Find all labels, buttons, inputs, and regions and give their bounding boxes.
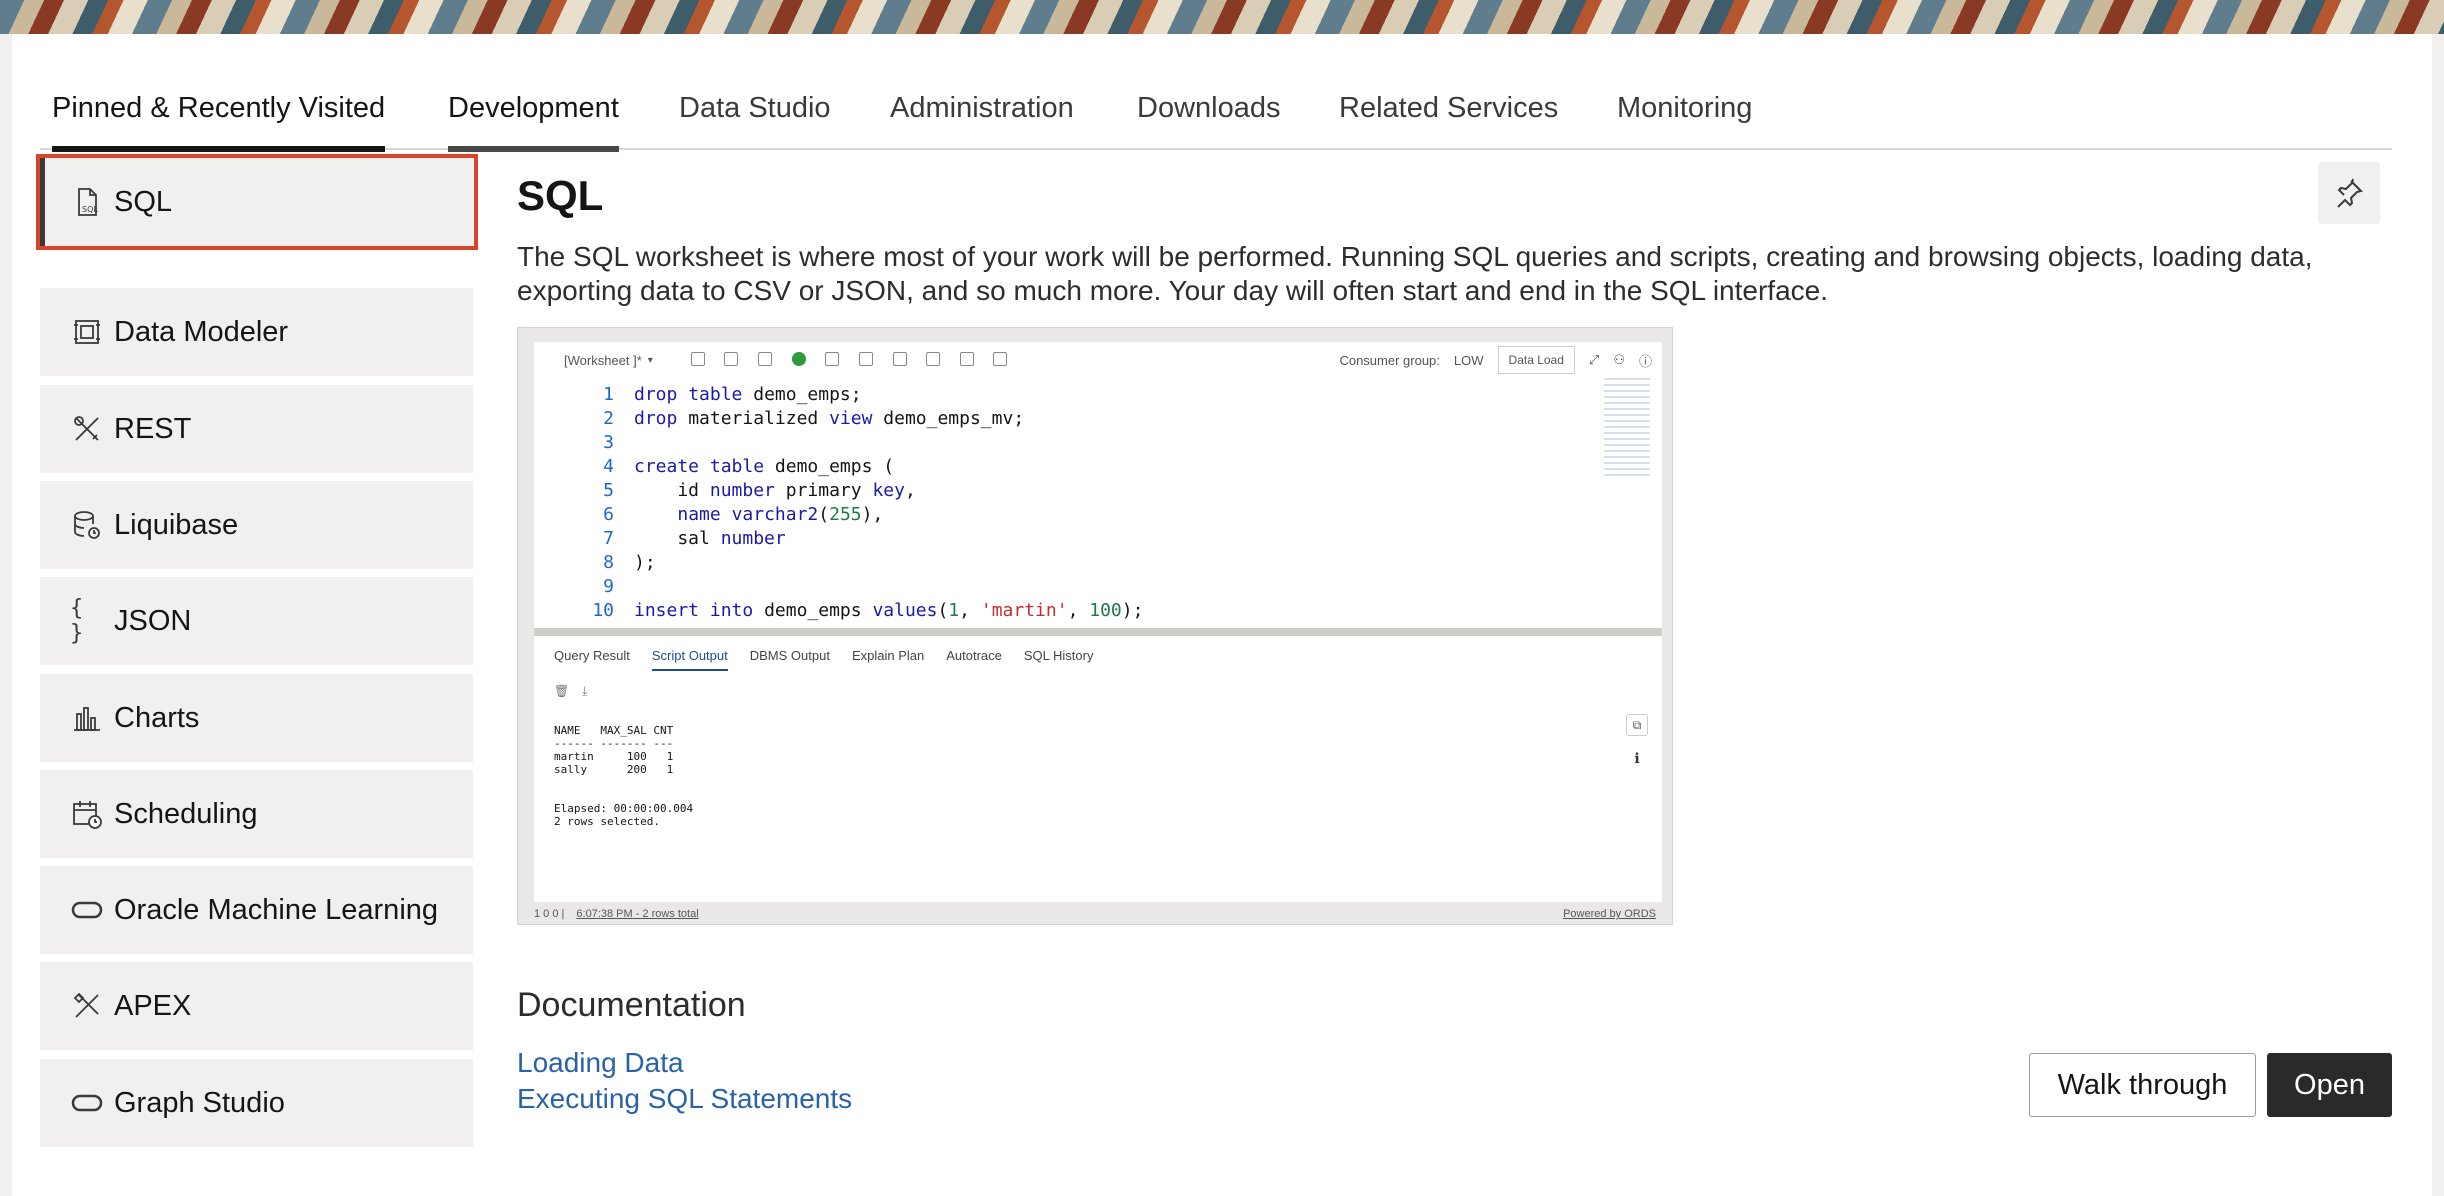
- sidebar-item-liquibase[interactable]: Liquibase: [40, 481, 473, 569]
- trash-icon: [993, 351, 1008, 366]
- graph-pill-icon: [70, 1086, 104, 1120]
- decorative-banner: [0, 0, 2444, 34]
- autotrace-icon: [892, 351, 907, 366]
- bar-chart-icon: [70, 701, 104, 735]
- sidebar-item-oracle-ml[interactable]: Oracle Machine Learning: [40, 866, 473, 954]
- tab-related-services[interactable]: Related Services: [1339, 92, 1558, 150]
- expand-icon: ⤢: [1588, 352, 1600, 367]
- sidebar-item-label: APEX: [114, 989, 192, 1022]
- result-tabs: Query Result Script Output DBMS Output E…: [554, 648, 1093, 671]
- preview-status-bar: 1 0 0 | 6:07:38 PM - 2 rows total Powere…: [518, 902, 1672, 924]
- preview-toolbar: [Worksheet ]* ▾ Consumer group: LOW Data…: [534, 342, 1662, 378]
- sidebar-item-graph-studio[interactable]: Graph Studio: [40, 1059, 473, 1147]
- tab-data-studio[interactable]: Data Studio: [679, 92, 831, 150]
- sidebar-item-scheduling[interactable]: Scheduling: [40, 770, 473, 858]
- tool-description: The SQL worksheet is where most of your …: [517, 241, 2313, 306]
- binoculars-icon: ⚇: [1613, 352, 1625, 367]
- sidebar-item-data-modeler[interactable]: Data Modeler: [40, 288, 473, 376]
- result-tab: DBMS Output: [749, 648, 830, 663]
- trash-icon: 🗑: [554, 684, 570, 698]
- tab-administration[interactable]: Administration: [890, 92, 1074, 150]
- pane-splitter: [534, 628, 1662, 636]
- sidebar-item-json[interactable]: { } JSON: [40, 577, 473, 665]
- script-output-text: NAME MAX_SAL CNT ------ ------- --- mart…: [554, 724, 694, 828]
- code-line: 6 name varchar2(255),: [603, 504, 884, 525]
- run-script-icon: [825, 351, 840, 366]
- sidebar-item-label: Charts: [114, 701, 200, 734]
- sidebar-item-label: REST: [114, 412, 192, 445]
- documentation-heading: Documentation: [517, 986, 746, 1024]
- sidebar-item-apex[interactable]: APEX: [40, 962, 473, 1050]
- file-icon: [690, 351, 705, 366]
- sidebar-item-rest[interactable]: REST: [40, 385, 473, 473]
- selection-highlight: [36, 154, 478, 250]
- powered-by-link: Powered by ORDS: [1563, 908, 1656, 920]
- page-title: SQL: [517, 172, 604, 219]
- run-icon: [791, 351, 806, 366]
- calendar-clock-icon: [70, 797, 104, 831]
- code-line: 4 create table demo_emps (: [603, 456, 895, 477]
- consumer-group-value: LOW: [1453, 352, 1484, 368]
- liquibase-database-icon: [70, 508, 104, 542]
- code-line: 5 id number primary key,: [603, 480, 916, 501]
- result-tab: Script Output: [651, 648, 728, 671]
- code-line: 10 insert into demo_emps values(1, 'marti…: [592, 600, 1144, 621]
- info-icon: ℹ: [1634, 750, 1640, 766]
- download-icon: [926, 351, 941, 366]
- code-line: 7 sal number: [603, 528, 786, 549]
- sidebar-item-label: Liquibase: [114, 508, 239, 541]
- tab-pinned-recent[interactable]: Pinned & Recently Visited: [52, 92, 386, 152]
- rest-tools-icon: [70, 412, 104, 446]
- category-tabs: Pinned & Recently Visited Development Da…: [40, 56, 2392, 152]
- result-pane: Query Result Script Output DBMS Output E…: [534, 636, 1662, 902]
- sidebar-item-label: Graph Studio: [114, 1086, 285, 1119]
- pin-button[interactable]: [2318, 162, 2380, 224]
- apex-tools-icon: [70, 989, 104, 1023]
- code-minimap: [1604, 378, 1650, 478]
- folder-icon: [724, 351, 739, 366]
- doc-link-loading-data[interactable]: Loading Data: [517, 1047, 684, 1079]
- sql-worksheet-preview: [Worksheet ]* ▾ Consumer group: LOW Data…: [517, 327, 1673, 925]
- status-counts: 1 0 0 |: [534, 908, 565, 920]
- ml-pill-icon: [70, 893, 104, 927]
- sidebar-item-label: JSON: [114, 604, 192, 637]
- tab-downloads[interactable]: Downloads: [1137, 92, 1280, 150]
- sidebar-item-label: Oracle Machine Learning: [114, 893, 439, 926]
- sidebar-item-label: Scheduling: [114, 797, 258, 830]
- save-icon: [758, 351, 773, 366]
- tab-development[interactable]: Development: [448, 92, 619, 152]
- code-line: 2 drop materialized view demo_emps_mv;: [603, 408, 1025, 429]
- copy-icon: ⧉: [1626, 714, 1648, 736]
- code-line: 1 drop table demo_emps;: [603, 384, 862, 405]
- sidebar-item-label: Data Modeler: [114, 315, 289, 348]
- code-line: 9: [603, 576, 614, 597]
- tab-monitoring[interactable]: Monitoring: [1617, 92, 1752, 150]
- consumer-group-label: Consumer group:: [1339, 352, 1440, 368]
- sidebar-item-charts[interactable]: Charts: [40, 674, 473, 762]
- result-tab: SQL History: [1023, 648, 1094, 663]
- pin-icon: [2337, 178, 2363, 208]
- worksheet-label: [Worksheet ]*: [564, 352, 642, 368]
- toolbar-icons: [683, 351, 1016, 369]
- result-tab: Autotrace: [946, 648, 1002, 663]
- preview-toolbar-right: Consumer group: LOW Data Load ⤢ ⚇ ⓘ: [1339, 342, 1652, 378]
- result-tab: Query Result: [554, 648, 630, 663]
- result-tab: Explain Plan: [851, 648, 925, 663]
- code-editor: 1 drop table demo_emps; 2 drop materialize…: [534, 378, 1662, 628]
- walk-through-button[interactable]: Walk through: [2029, 1053, 2256, 1117]
- status-time: 6:07:38 PM - 2 rows total: [576, 908, 699, 920]
- open-button[interactable]: Open: [2267, 1053, 2392, 1117]
- doc-link-executing-sql[interactable]: Executing SQL Statements: [517, 1083, 852, 1115]
- help-icon: ⓘ: [1638, 353, 1652, 369]
- json-braces-icon: { }: [70, 596, 84, 646]
- format-icon: [959, 351, 974, 366]
- download-icon: ⤓: [582, 684, 588, 698]
- data-load-button: Data Load: [1497, 346, 1575, 374]
- code-line: 3: [603, 432, 614, 453]
- data-modeler-icon: [70, 315, 104, 349]
- chevron-down-icon: ▾: [647, 354, 653, 366]
- code-line: 8);: [603, 552, 656, 573]
- explain-icon: [858, 351, 873, 366]
